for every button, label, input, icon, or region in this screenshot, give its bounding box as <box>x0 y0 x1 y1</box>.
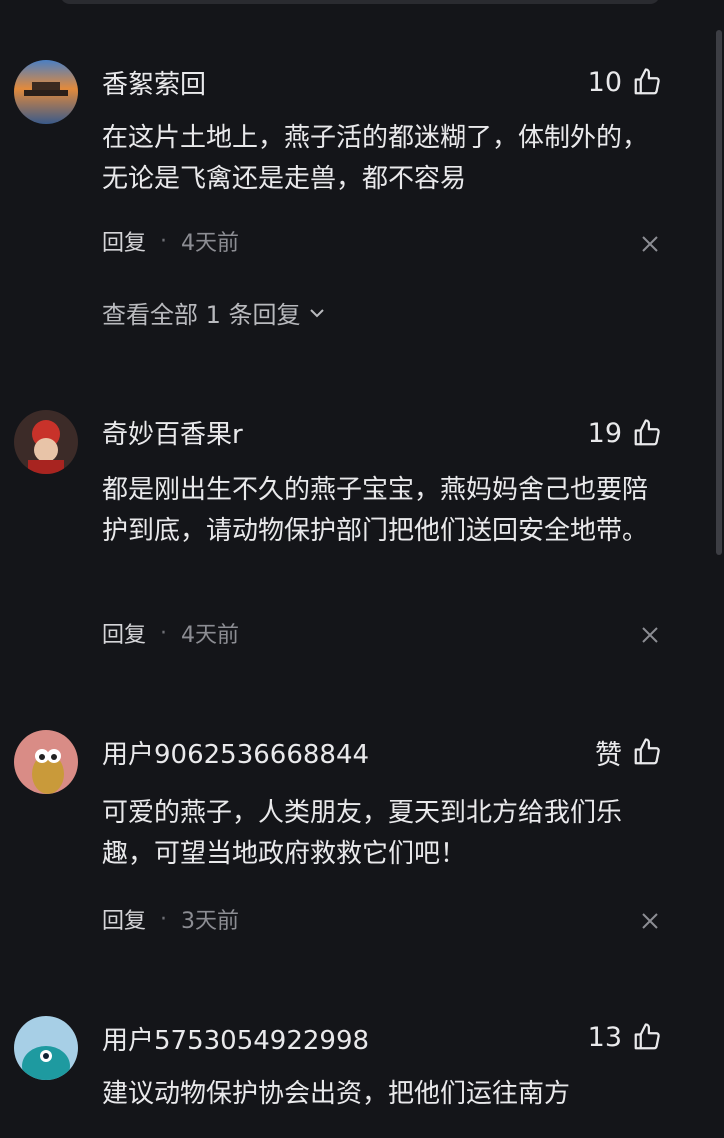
reply-button[interactable]: 回复 <box>102 617 146 649</box>
close-icon[interactable] <box>640 911 660 931</box>
thumbs-up-icon[interactable] <box>632 1022 662 1052</box>
scrollbar[interactable] <box>716 30 722 555</box>
view-replies-label: 查看全部 1 条回复 <box>102 301 301 329</box>
username[interactable]: 香絮萦回 <box>102 64 206 101</box>
chevron-down-icon <box>309 308 324 317</box>
like-area[interactable]: 13 <box>588 1017 662 1057</box>
like-count: 19 <box>587 417 622 449</box>
separator-dot: · <box>160 620 168 646</box>
like-count: 10 <box>587 66 622 98</box>
thumbs-up-icon[interactable] <box>632 67 662 97</box>
username[interactable]: 用户5753054922998 <box>102 1020 369 1057</box>
username[interactable]: 奇妙百香果r <box>102 414 243 451</box>
comment-meta: 回复 · 4天前 <box>102 617 239 649</box>
comment-meta: 回复 · 4天前 <box>102 225 239 257</box>
comment-text: 建议动物保护协会出资，把他们运往南方 <box>102 1079 571 1109</box>
timestamp: 4天前 <box>181 231 240 256</box>
timestamp: 4天前 <box>181 623 240 648</box>
comment-text: 都是刚出生不久的燕子宝宝，燕妈妈舍己也要陪护到底，请动物保护部门把他们送回安全地… <box>102 475 649 546</box>
like-area[interactable]: 19 <box>588 413 662 453</box>
like-count: 赞 <box>595 739 622 771</box>
avatar[interactable] <box>14 410 78 474</box>
comment-meta: 回复 · 3天前 <box>102 903 239 935</box>
close-icon[interactable] <box>640 625 660 645</box>
reply-button[interactable]: 回复 <box>102 225 146 257</box>
username[interactable]: 用户9062536668844 <box>102 734 369 771</box>
thumbs-up-icon[interactable] <box>632 737 662 767</box>
like-area[interactable]: 赞 <box>595 732 662 772</box>
close-icon[interactable] <box>640 234 660 254</box>
like-count: 13 <box>587 1021 622 1053</box>
comment-text: 可爱的燕子，人类朋友，夏天到北方给我们乐趣，可望当地政府救救它们吧！ <box>102 798 623 869</box>
separator-dot: · <box>160 228 168 254</box>
separator-dot: · <box>160 906 168 932</box>
thumbs-up-icon[interactable] <box>632 418 662 448</box>
view-replies-button[interactable]: 查看全部 1 条回复 <box>102 295 327 330</box>
reply-button[interactable]: 回复 <box>102 903 146 935</box>
timestamp: 3天前 <box>181 909 240 934</box>
like-area[interactable]: 10 <box>588 62 662 102</box>
top-panel-edge <box>60 0 660 4</box>
avatar[interactable] <box>14 730 78 794</box>
avatar[interactable] <box>14 1016 78 1080</box>
avatar[interactable] <box>14 60 78 124</box>
comment-text: 在这片土地上，燕子活的都迷糊了，体制外的，无论是飞禽还是走兽，都不容易 <box>102 123 649 194</box>
